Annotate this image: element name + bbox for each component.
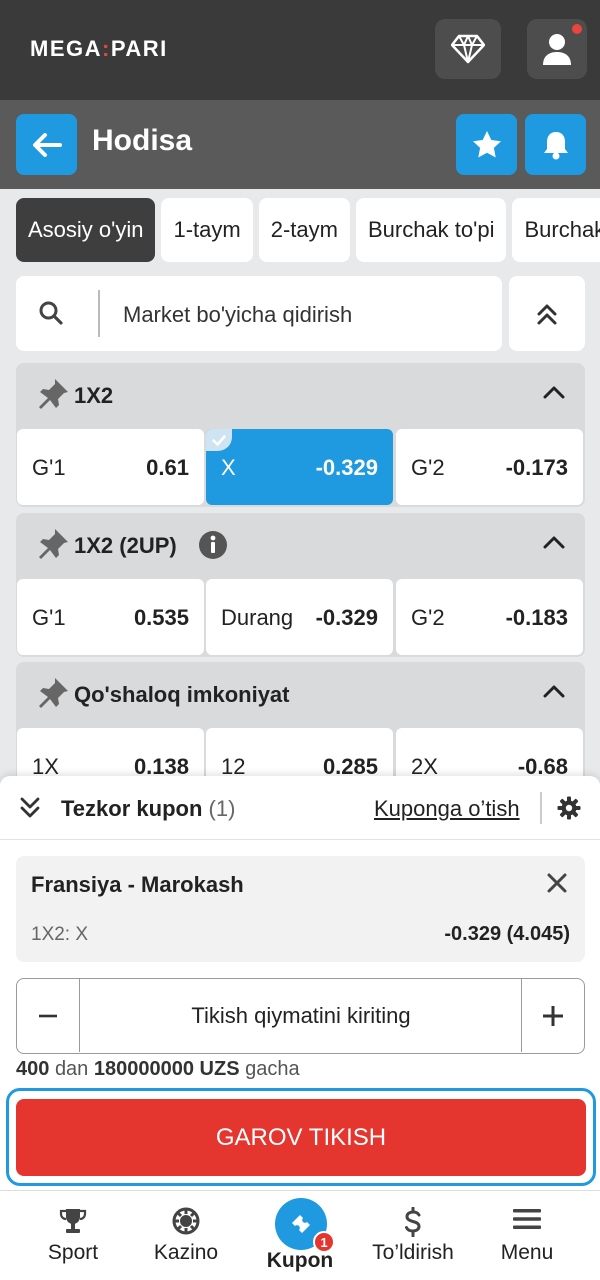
bet-match: Fransiya - Marokash [31,872,244,897]
go-to-coupon-link[interactable]: Kuponga o’tish [374,796,520,822]
notification-dot [572,24,582,34]
market-header[interactable]: 1X2 [16,363,585,427]
plus-icon [543,1005,563,1026]
market-search[interactable]: Market bo'yicha qidirish [16,276,502,351]
odd-label: X [221,455,236,480]
coupon-title: Tezkor kupon (1) [61,796,236,821]
nav-label: Kupon [266,1249,334,1272]
nav-kazino[interactable]: Kazino [131,1191,241,1280]
odd-label: G'2 [411,455,445,480]
info-icon[interactable] [199,531,227,559]
market-header[interactable]: Qo'shaloq imkoniyat [16,662,585,726]
decrease-stake-button[interactable] [17,979,80,1052]
arrow-left-icon [32,132,62,157]
odd-value: -0.329 [315,455,378,480]
star-icon [472,130,501,157]
search-icon [39,301,63,325]
odd-label: G'1 [32,455,66,480]
market-1x2: 1X2 G'1 0.61 X -0.329 G'2 -0.173 [16,363,585,507]
increase-stake-button[interactable] [521,979,584,1052]
favorite-button[interactable] [456,114,517,175]
nav-label: Menu [500,1241,554,1264]
user-icon [543,34,571,65]
user-button[interactable] [527,19,587,79]
close-icon[interactable] [547,873,567,893]
divider [540,792,542,824]
odd-value: -0.329 [315,605,378,630]
nav-sport[interactable]: Sport [18,1191,128,1280]
gear-icon[interactable] [557,796,581,820]
odd-value: -0.183 [505,605,568,630]
diamond-icon [451,34,485,64]
market-title: Qo'shaloq imkoniyat [74,682,290,707]
pin-icon[interactable] [36,527,70,561]
odd-button[interactable]: G'1 0.535 [17,579,204,655]
top-bar: MEGA:PARI [0,0,600,100]
notifications-button[interactable] [525,114,586,175]
bet-odds: -0.329 (4.045) [444,923,570,945]
odd-label: G'2 [411,605,445,630]
odd-button[interactable]: G'2 -0.173 [396,429,583,505]
page-title: Hodisa [92,124,193,157]
search-input[interactable]: Market bo'yicha qidirish [123,302,352,328]
check-icon [206,429,232,451]
double-chevron-down-icon[interactable] [18,796,42,820]
place-bet-button[interactable]: GAROV TIKISH [16,1099,586,1176]
trophy-icon [59,1209,87,1233]
stake-stepper [16,978,585,1054]
pin-icon[interactable] [36,676,70,710]
tab-asosiy-oyin[interactable]: Asosiy o'yin [16,198,156,262]
tab-1-taym[interactable]: 1-taym [161,198,253,262]
odd-button-selected[interactable]: X -0.329 [206,429,393,505]
bottom-nav: Sport Kazino 1 Kupon To’ldirish Menu [0,1190,600,1280]
hamburger-icon [513,1209,541,1229]
bell-icon [543,131,568,159]
tab-2-taym[interactable]: 2-taym [258,198,350,262]
odd-button[interactable]: G'1 0.61 [17,429,204,505]
odd-label: G'1 [32,605,66,630]
bet-card: Fransiya - Marokash 1X2: X -0.329 (4.045… [16,856,585,962]
search-divider [98,290,100,337]
odd-value: 0.61 [146,455,189,480]
logo[interactable]: MEGA:PARI [30,36,168,62]
market-double-chance: Qo'shaloq imkoniyat 1X 0.138 12 0.285 2X… [16,662,585,804]
chevron-up-icon[interactable] [543,385,565,399]
nav-kupon[interactable]: 1 Kupon [245,1191,355,1280]
nav-label: Sport [47,1241,99,1264]
odd-button[interactable]: Durang -0.329 [206,579,393,655]
market-tabs: Asosiy o'yin 1-taym 2-taym Burchak to'pi Bur… [16,198,600,262]
stake-limits: 400 dan 180000000 UZS gacha [16,1058,300,1080]
coupon-header: Tezkor kupon (1) Kuponga o’tish [0,776,600,840]
quick-coupon-panel: Tezkor kupon (1) Kuponga o’tish Fransiya… [0,776,600,1196]
odd-value: -0.173 [505,455,568,480]
odd-button[interactable]: G'2 -0.183 [396,579,583,655]
double-chevron-up-icon [537,304,557,324]
nav-label: To’ldirish [372,1241,454,1264]
tab-burchak-topi[interactable]: Burchak to'pi [355,198,507,262]
stake-input[interactable] [81,979,521,1052]
nav-menu[interactable]: Menu [472,1191,582,1280]
chevron-up-icon[interactable] [543,684,565,698]
pin-icon[interactable] [36,377,70,411]
diamond-button[interactable] [435,19,501,79]
place-bet-focus-ring: GAROV TIKISH [6,1088,596,1186]
market-1x2-2up: 1X2 (2UP) G'1 0.535 Durang -0.329 G'2 -0… [16,513,585,657]
nav-label: Kazino [153,1241,219,1264]
page-header: Hodisa [0,100,600,189]
nav-toldirish[interactable]: To’ldirish [358,1191,468,1280]
bet-market: 1X2: X [31,924,89,945]
tab-burchak[interactable]: Burchak [512,198,600,262]
market-header[interactable]: 1X2 (2UP) [16,513,585,577]
odd-label: Durang [221,605,294,630]
chevron-up-icon[interactable] [543,535,565,549]
market-title: 1X2 (2UP) [74,533,177,558]
market-title: 1X2 [74,383,114,408]
casino-chip-icon [172,1207,200,1235]
dollar-icon [405,1207,421,1237]
back-button[interactable] [16,114,77,175]
odd-value: 0.535 [133,605,189,630]
collapse-all-button[interactable] [509,276,585,351]
minus-icon [39,1014,57,1017]
